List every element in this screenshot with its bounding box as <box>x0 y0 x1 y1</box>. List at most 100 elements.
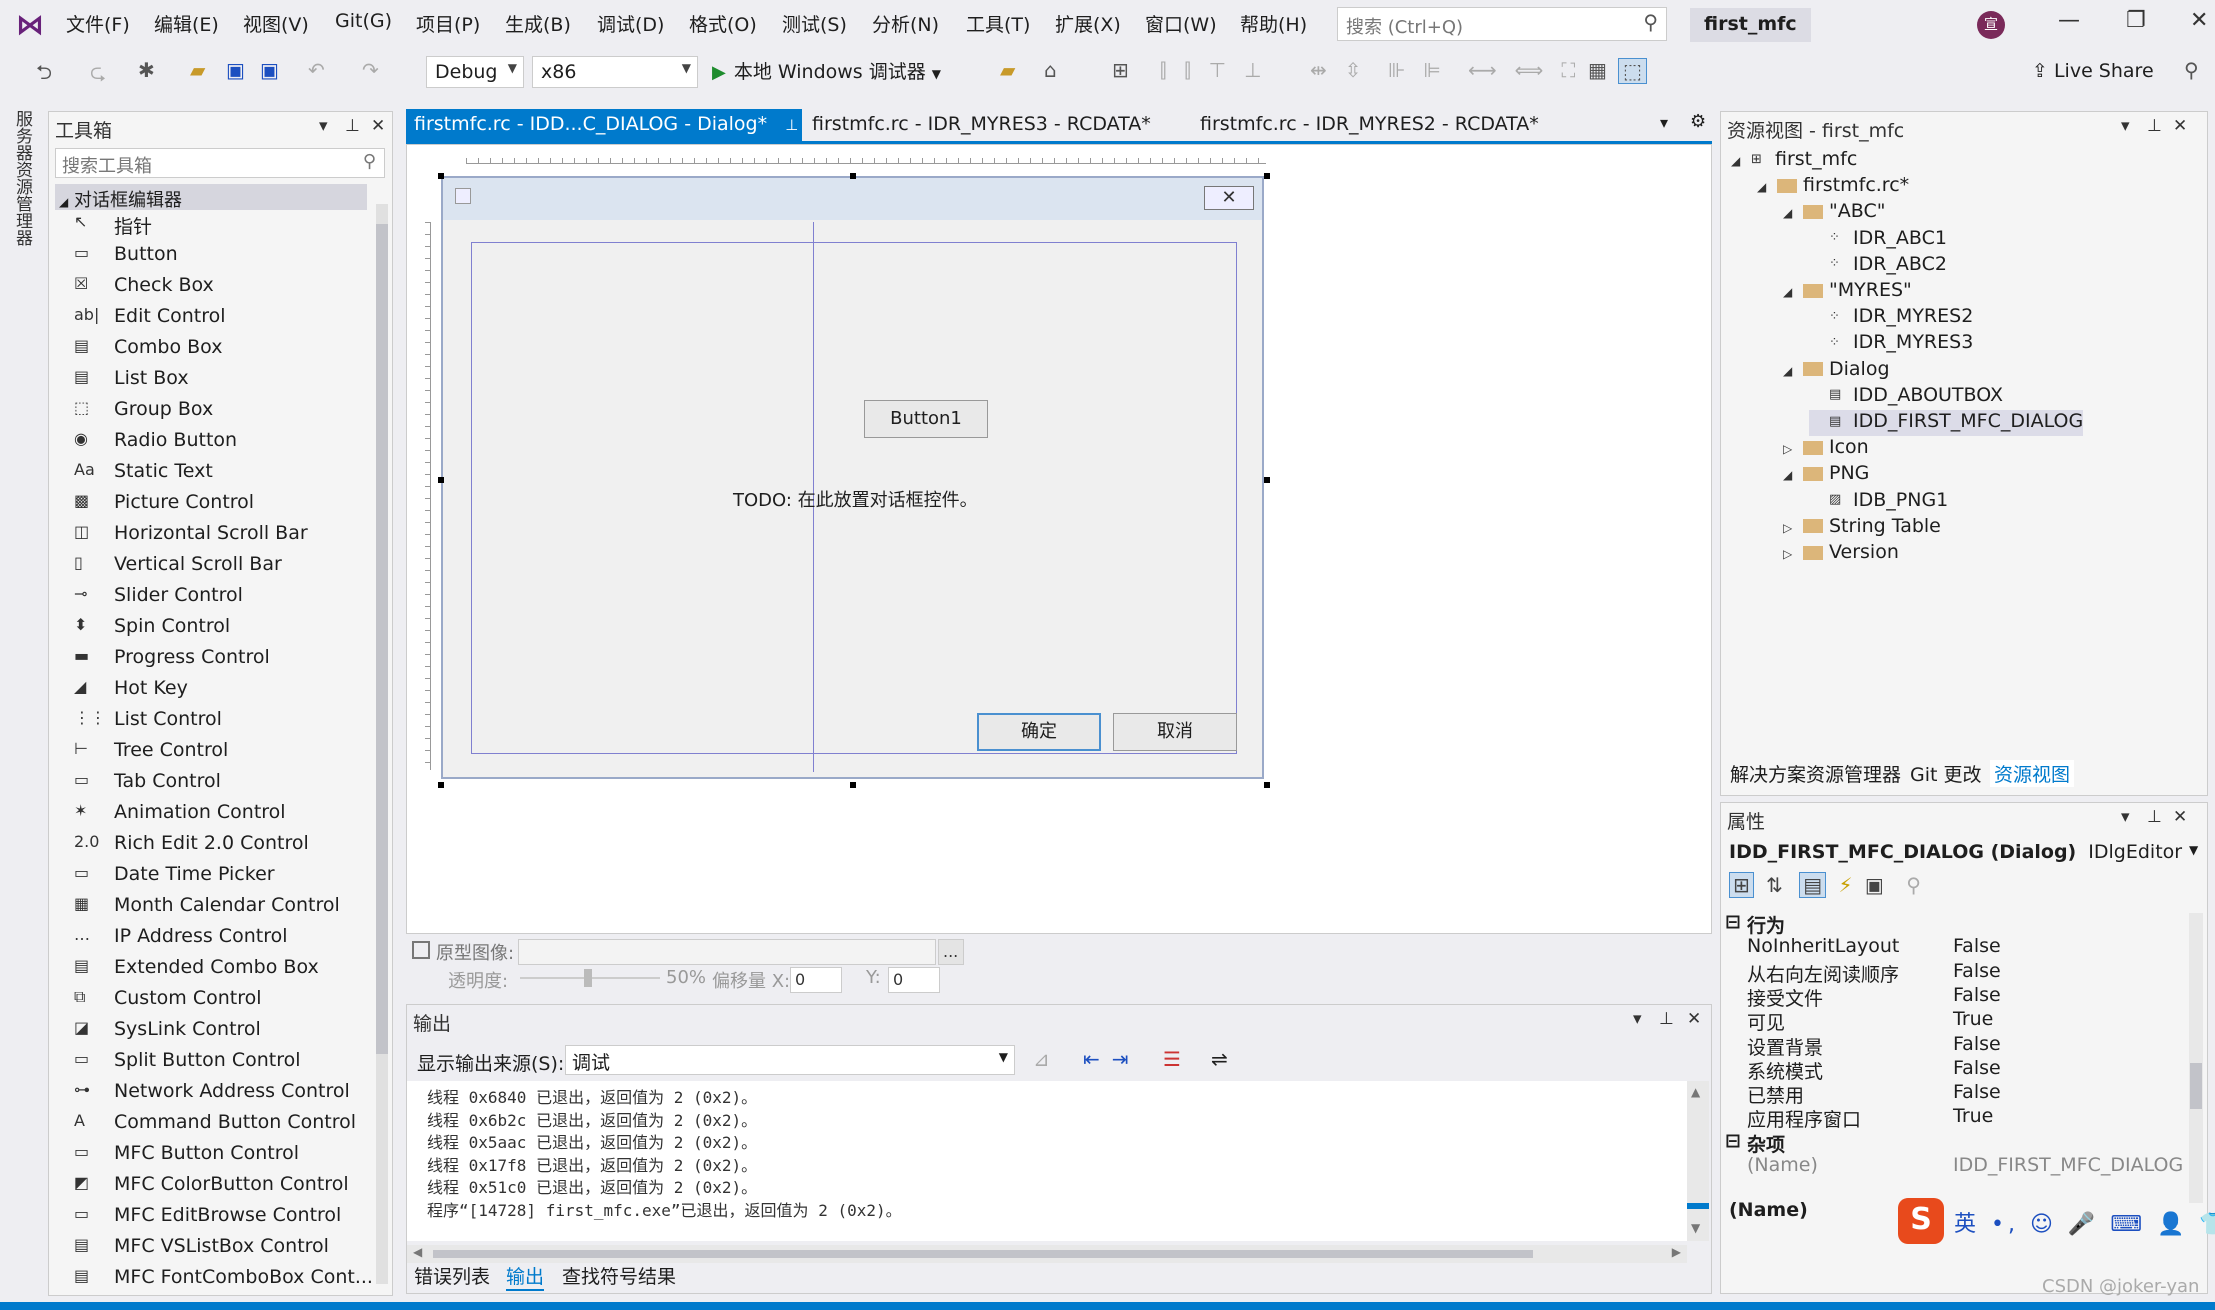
menu-item[interactable]: 格式(O) <box>689 10 757 37</box>
server-explorer-tab[interactable]: 服务器资源管理器 <box>10 110 35 246</box>
tree-node[interactable]: ◢ PNG <box>1783 462 1869 488</box>
toolbox-item[interactable]: ✶ Animation Control <box>74 801 374 832</box>
pin-icon[interactable]: ⊥ <box>785 116 798 134</box>
find-message-icon[interactable]: ⊿ <box>1033 1047 1050 1071</box>
menu-item[interactable]: Git(G) <box>335 10 392 32</box>
collapse-icon[interactable]: ⊟ <box>1725 911 1741 933</box>
toolbox-item[interactable]: ◪ SysLink Control <box>74 1018 374 1049</box>
undo-icon[interactable]: ↶ <box>308 58 325 82</box>
tree-node[interactable]: ▷ String Table <box>1783 515 1941 541</box>
scroll-thumb[interactable] <box>2190 1063 2202 1109</box>
toolbox-item[interactable]: ▤ MFC VSListBox Control <box>74 1235 374 1266</box>
dropdown-icon[interactable]: ▾ <box>2121 116 2130 136</box>
scroll-down-icon[interactable]: ▼ <box>1691 1221 1700 1235</box>
scroll-thumb[interactable] <box>376 224 388 1054</box>
property-row[interactable]: 已禁用 False <box>1721 1081 2177 1107</box>
menu-item[interactable]: 文件(F) <box>66 10 130 37</box>
toolbox-scrollbar[interactable] <box>376 204 388 1284</box>
tree-node[interactable]: ▷ Icon <box>1783 436 1869 462</box>
property-value[interactable]: False <box>1953 1081 2001 1103</box>
expand-icon[interactable]: ▷ <box>1783 442 1803 456</box>
scroll-thumb[interactable] <box>433 1250 1533 1258</box>
dropdown-icon[interactable]: ▾ <box>1633 1009 1642 1029</box>
toolbox-section-header[interactable]: ◢ 对话框编辑器 <box>55 184 367 211</box>
pin-icon[interactable]: ⊥ <box>2147 116 2162 136</box>
tree-node[interactable]: ⁘ IDR_ABC1 <box>1809 227 1947 253</box>
tree-node[interactable]: ▨ IDB_PNG1 <box>1809 489 1948 515</box>
property-row[interactable]: 可见 True <box>1721 1008 2177 1034</box>
space-tools-icon[interactable]: ⊪⊫ <box>1388 58 1459 82</box>
save-icon[interactable]: ▣ <box>226 58 245 82</box>
redo-icon[interactable]: ↷ <box>362 58 379 82</box>
avatar[interactable]: 宣 <box>1977 11 2005 39</box>
collapse-icon[interactable]: ◢ <box>1783 364 1803 378</box>
toolbox-item[interactable]: ◫ Horizontal Scroll Bar <box>74 522 374 553</box>
toolbox-item[interactable]: ▭ Split Button Control <box>74 1049 374 1080</box>
open-icon[interactable]: ▰ <box>190 58 205 82</box>
property-value[interactable]: False <box>1953 935 2001 957</box>
toolbox-item[interactable]: Aa Static Text <box>74 460 374 491</box>
expand-icon[interactable]: ▷ <box>1783 521 1803 535</box>
tree-node[interactable]: ◢ ⊞ first_mfc <box>1731 148 1857 174</box>
collapse-icon[interactable]: ◢ <box>1757 180 1777 194</box>
dialog-close-icon[interactable]: ✕ <box>1204 186 1254 210</box>
output-text[interactable]: 线程 0x6840 已退出，返回值为 2 (0x2)。 线程 0x6b2c 已退出… <box>407 1081 1687 1241</box>
property-pages-icon[interactable]: ⚲ <box>1906 873 1921 897</box>
tree-node[interactable]: ⁘ IDR_MYRES3 <box>1809 331 1973 357</box>
tab-resource-view[interactable]: 资源视图 <box>1990 760 2075 787</box>
toolbox-item[interactable]: ↖ 指针 <box>74 212 374 243</box>
property-value[interactable]: True <box>1953 1008 1993 1030</box>
menu-item[interactable]: 项目(P) <box>416 10 480 37</box>
properties-object-selector[interactable]: IDD_FIRST_MFC_DIALOG (Dialog) IDlgEditor… <box>1729 841 2198 863</box>
close-icon[interactable]: ✕ <box>1687 1009 1701 1029</box>
prev-next-message-icon[interactable]: ⇤⇥ <box>1083 1047 1141 1071</box>
properties-icon[interactable]: ▤ <box>1799 872 1827 898</box>
close-icon[interactable]: ✕ <box>2173 807 2187 827</box>
folder-icon[interactable]: ▰ <box>1000 58 1015 82</box>
toolbox-item[interactable]: ◩ MFC ColorButton Control <box>74 1173 374 1204</box>
property-row[interactable]: NoInheritLayout False <box>1721 935 2177 961</box>
toolbox-item[interactable]: ▤ List Box <box>74 367 374 398</box>
tab-solution-explorer[interactable]: 解决方案资源管理器 <box>1730 760 1901 787</box>
toolbox-item[interactable]: ⊢ Tree Control <box>74 739 374 770</box>
property-category[interactable]: ⊟ 杂项 <box>1721 1130 2177 1156</box>
resize-handle[interactable] <box>438 173 444 179</box>
toolbox-item[interactable]: A Command Button Control <box>74 1111 374 1142</box>
toolbox-item[interactable]: ▭ MFC EditBrowse Control <box>74 1204 374 1235</box>
tab-dialog-editor[interactable]: firstmfc.rc - IDD...C_DIALOG - Dialog* ⊥… <box>406 109 834 141</box>
property-category[interactable]: ⊟ 行为 <box>1721 911 2177 937</box>
pin-icon[interactable]: ⊥ <box>1659 1009 1674 1029</box>
menu-item[interactable]: 调试(D) <box>597 10 664 37</box>
resize-handle[interactable] <box>1264 477 1270 483</box>
toolbox-item[interactable]: ▭ Date Time Picker <box>74 863 374 894</box>
events-icon[interactable]: ⚡ <box>1839 873 1853 897</box>
toolbox-item[interactable]: ⊶ Network Address Control <box>74 1080 374 1111</box>
toolbox-item[interactable]: ▭ Button <box>74 243 374 274</box>
resize-handle[interactable] <box>438 477 444 483</box>
toolbox-item[interactable]: ▯ Vertical Scroll Bar <box>74 553 374 584</box>
categorized-icon[interactable]: ⊞ <box>1729 872 1754 898</box>
close-button[interactable]: ✕ <box>2190 8 2208 33</box>
dropdown-icon[interactable]: ▾ <box>319 116 328 136</box>
close-icon[interactable]: ✕ <box>371 116 385 136</box>
property-value[interactable]: False <box>1953 960 2001 982</box>
toolbox-item[interactable]: ▤ Combo Box <box>74 336 374 367</box>
property-row[interactable]: 系统模式 False <box>1721 1057 2177 1083</box>
opacity-slider[interactable] <box>520 969 660 987</box>
dropdown-icon[interactable]: ▾ <box>1660 113 1668 132</box>
align-tools-icon[interactable]: ⫿⫿⊤⊥ <box>1160 58 1280 82</box>
toolbox-item[interactable]: 2.0 Rich Edit 2.0 Control <box>74 832 374 863</box>
test-dialog-icon[interactable]: ⌂ <box>1044 58 1057 82</box>
alphabetical-icon[interactable]: ⇅ <box>1766 873 1783 897</box>
property-row[interactable]: 从右向左阅读顺序 False <box>1721 960 2177 986</box>
cancel-button-control[interactable]: 取消 <box>1113 713 1237 751</box>
tree-node[interactable]: ◢ "MYRES" <box>1783 279 1912 305</box>
size-tools-icon[interactable]: ⟷⟺⛶ <box>1468 58 1593 82</box>
resize-handle[interactable] <box>1264 782 1270 788</box>
resize-handle[interactable] <box>850 782 856 788</box>
todo-static-text[interactable]: TODO: 在此放置对话框控件。 <box>733 486 978 512</box>
menu-item[interactable]: 视图(V) <box>243 10 309 37</box>
toolbox-item[interactable]: ⋮⋮ List Control <box>74 708 374 739</box>
slider-thumb[interactable] <box>584 969 592 987</box>
messages-icon[interactable]: ▣ <box>1865 873 1884 897</box>
